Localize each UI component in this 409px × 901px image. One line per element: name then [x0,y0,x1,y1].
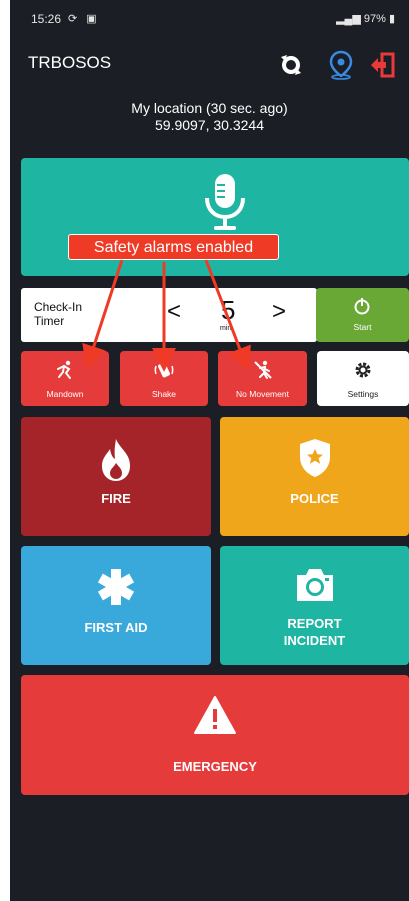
no-movement-label: No Movement [236,389,289,399]
status-bar: 15:26 ⟳ ▣ ▂▄▆ 97% ▮ [10,0,409,36]
fire-button[interactable]: FIRE [21,417,211,536]
logout-icon [371,52,395,78]
fire-icon [102,439,130,481]
microphone-icon [205,174,245,230]
power-icon [354,298,370,315]
location-coordinates: 59.9097, 30.3244 [155,117,264,133]
medical-star-icon [97,569,135,605]
emergency-button[interactable]: EMERGENCY [21,675,409,795]
arrow-to-no-movement [204,259,251,372]
first-aid-label: FIRST AID [84,620,148,635]
battery-percent: 97% [363,13,386,25]
police-button[interactable]: POLICE [220,417,409,536]
sync-button[interactable] [274,48,308,82]
fire-label: FIRE [101,491,131,506]
start-button[interactable]: Start [316,288,409,342]
signal-icon: ▂▄▆ [336,13,361,25]
status-right: ▂▄▆ 97% ▮ [336,12,395,25]
location-info: My location (30 sec. ago) 59.9097, 30.32… [10,100,409,134]
phone-screen: 15:26 ⟳ ▣ ▂▄▆ 97% ▮ TRBOSOS My location … [10,0,409,901]
first-aid-button[interactable]: FIRST AID [21,546,211,665]
status-notification-icons: ⟳ ▣ [68,13,100,25]
location-button[interactable] [324,48,358,82]
police-badge-icon [300,439,330,477]
gear-icon [355,362,371,378]
mandown-label: Mandown [46,389,84,399]
warning-icon [194,696,236,734]
location-pin-icon [329,50,353,80]
arrow-to-mandown [82,259,124,370]
status-time: 15:26 [31,12,62,26]
shake-label: Shake [151,389,177,399]
app-bar: TRBOSOS [10,40,409,86]
safety-alarms-callout: Safety alarms enabled [68,234,279,260]
app-title: TRBOSOS [28,53,112,72]
settings-button[interactable]: Settings [317,351,409,406]
police-label: POLICE [290,491,339,506]
report-incident-label: REPORT INCIDENT [283,616,346,648]
sync-icon [281,55,301,75]
settings-label: Settings [347,389,379,399]
report-incident-button[interactable]: REPORT INCIDENT [220,546,409,665]
logout-button[interactable] [366,48,400,82]
start-label: Start [353,322,372,332]
battery-icon: ▮ [388,13,395,25]
annotation-arrows [82,259,251,372]
emergency-label: EMERGENCY [173,759,257,774]
camera-icon [297,569,333,601]
location-label: My location (30 sec. ago) [131,100,288,116]
